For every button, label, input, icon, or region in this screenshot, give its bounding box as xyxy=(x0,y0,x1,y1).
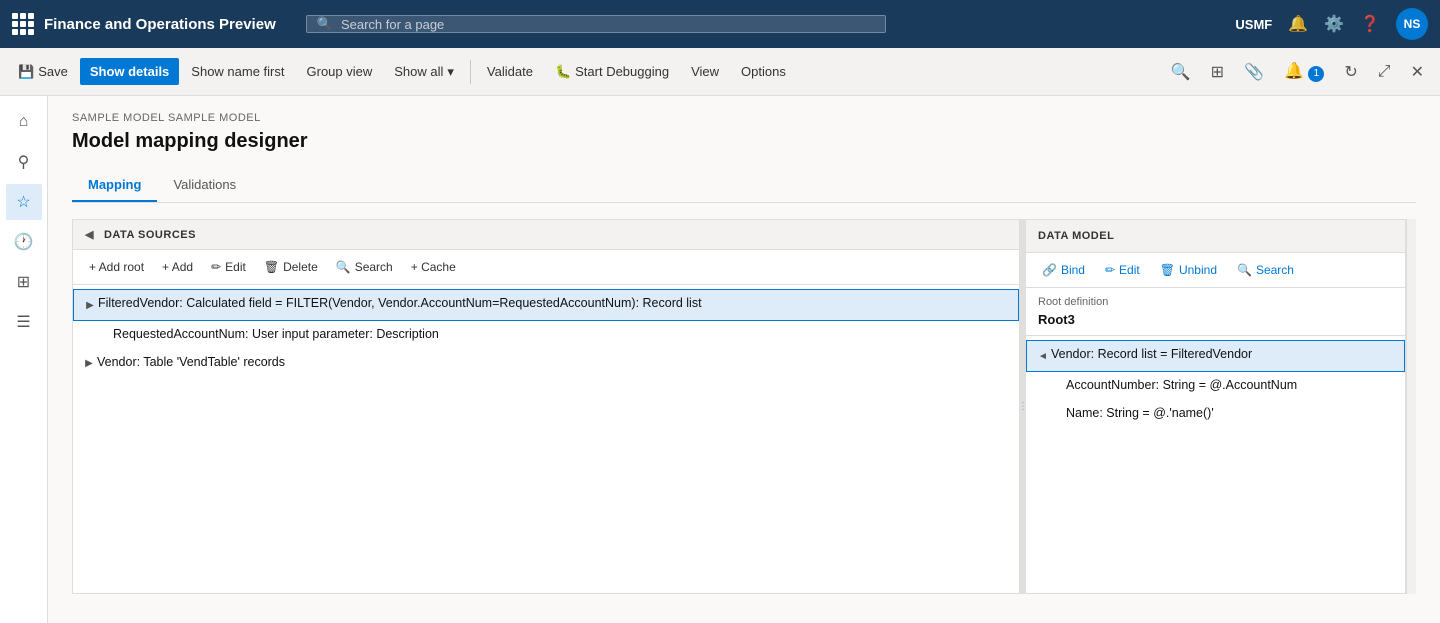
delete-button[interactable]: 🗑 Delete xyxy=(256,256,326,278)
layout-icon[interactable]: ⊞ xyxy=(1203,58,1232,86)
validate-button[interactable]: Validate xyxy=(477,58,543,85)
start-debugging-button[interactable]: 🐛 Start Debugging xyxy=(545,58,679,86)
show-all-button[interactable]: Show all ▾ xyxy=(384,58,464,86)
view-button[interactable]: View xyxy=(681,58,729,85)
right-scrollbar[interactable] xyxy=(1406,219,1416,594)
save-icon: 💾 xyxy=(18,64,34,80)
dm-search-button[interactable]: 🔍 Search xyxy=(1229,259,1302,281)
tree-item-vendor[interactable]: ▶ Vendor: Table 'VendTable' records xyxy=(73,349,1019,379)
bind-button[interactable]: 🔗 Bind xyxy=(1034,259,1093,281)
toolbar-separator-1 xyxy=(470,60,471,84)
search-ds-icon: 🔍 xyxy=(336,260,351,274)
expand-vendor-icon[interactable]: ▶ xyxy=(81,354,97,374)
dm-edit-button[interactable]: ✏ Edit xyxy=(1097,259,1148,281)
delete-icon: 🗑 xyxy=(264,260,279,274)
edit-pencil-icon: ✏ xyxy=(211,260,221,274)
options-button[interactable]: Options xyxy=(731,58,796,85)
page-title: Model mapping designer xyxy=(72,130,1416,153)
app-grid-icon[interactable] xyxy=(12,13,34,35)
tree-item-filtered-vendor[interactable]: ▶ FilteredVendor: Calculated field = FIL… xyxy=(73,289,1019,321)
add-button[interactable]: + Add xyxy=(154,256,201,278)
global-search[interactable]: 🔍 Search for a page xyxy=(306,15,886,33)
bookmark-icon[interactable]: 📎 xyxy=(1236,58,1272,86)
tab-validations[interactable]: Validations xyxy=(157,169,252,202)
data-sources-tree: ▶ FilteredVendor: Calculated field = FIL… xyxy=(73,285,1019,383)
sidebar-item-grid[interactable]: ⊞ xyxy=(6,264,42,300)
dm-item-name[interactable]: Name: String = @.'name()' xyxy=(1026,400,1405,428)
dm-edit-icon: ✏ xyxy=(1105,263,1115,277)
unbind-icon: 🗑 xyxy=(1160,263,1175,277)
data-sources-header: ◀ DATA SOURCES xyxy=(73,220,1019,250)
sidebar-item-home[interactable]: ⌂ xyxy=(6,104,42,140)
top-nav: Finance and Operations Preview 🔍 Search … xyxy=(0,0,1440,48)
dm-item-vendor-record[interactable]: ◄ Vendor: Record list = FilteredVendor xyxy=(1026,340,1405,372)
search-icon: 🔍 xyxy=(317,16,333,32)
sidebar: ⌂ ⚲ ☆ 🕐 ⊞ ☰ xyxy=(0,96,48,623)
search-button[interactable]: 🔍 Search xyxy=(328,256,401,278)
cache-button[interactable]: + Cache xyxy=(403,256,464,278)
popout-icon[interactable]: ⤢ xyxy=(1370,59,1399,85)
tab-mapping[interactable]: Mapping xyxy=(72,169,157,202)
user-avatar[interactable]: NS xyxy=(1396,8,1428,40)
main-layout: ⌂ ⚲ ☆ 🕐 ⊞ ☰ SAMPLE MODEL SAMPLE MODEL Mo… xyxy=(0,96,1440,623)
debug-icon: 🐛 xyxy=(555,64,571,80)
bind-icon: 🔗 xyxy=(1042,263,1057,277)
toolbar-right-actions: 🔍 ⊞ 📎 🔔 1 ↻ ⤢ ✕ xyxy=(1163,57,1432,86)
app-title: Finance and Operations Preview xyxy=(44,16,276,33)
add-root-button[interactable]: + Add root xyxy=(81,256,152,278)
sidebar-item-recent[interactable]: 🕐 xyxy=(6,224,42,260)
root-definition-section: Root definition Root3 xyxy=(1026,288,1405,336)
data-sources-toolbar: + Add root + Add ✏ Edit 🗑 Delete 🔍 xyxy=(73,250,1019,285)
expand-filtered-vendor-icon[interactable]: ▶ xyxy=(82,295,98,315)
top-nav-right: USMF 🔔 ⚙️ ❓ NS xyxy=(1235,8,1428,40)
settings-gear-icon[interactable]: ⚙️ xyxy=(1324,14,1344,34)
notifications-icon[interactable]: 🔔 1 xyxy=(1276,57,1332,86)
panel-collapse-icon[interactable]: ◀ xyxy=(85,228,94,241)
sidebar-item-filter[interactable]: ⚲ xyxy=(6,144,42,180)
show-all-dropdown-icon: ▾ xyxy=(447,64,454,80)
main-toolbar: 💾 Save Show details Show name first Grou… xyxy=(0,48,1440,96)
tab-bar: Mapping Validations xyxy=(72,169,1416,203)
data-sources-panel: ◀ DATA SOURCES + Add root + Add ✏ Edit xyxy=(72,219,1020,594)
breadcrumb: SAMPLE MODEL SAMPLE MODEL xyxy=(72,112,1416,124)
refresh-icon[interactable]: ↻ xyxy=(1336,58,1365,86)
collapse-vendor-icon[interactable]: ◄ xyxy=(1035,346,1051,366)
panel-layout: ◀ DATA SOURCES + Add root + Add ✏ Edit xyxy=(72,219,1416,594)
notification-bell-icon[interactable]: 🔔 xyxy=(1288,14,1308,34)
sidebar-item-list[interactable]: ☰ xyxy=(6,304,42,340)
help-icon[interactable]: ❓ xyxy=(1360,14,1380,34)
unbind-button[interactable]: 🗑 Unbind xyxy=(1152,259,1225,281)
edit-button[interactable]: ✏ Edit xyxy=(203,256,254,278)
show-details-button[interactable]: Show details xyxy=(80,58,179,85)
page-content: SAMPLE MODEL SAMPLE MODEL Model mapping … xyxy=(48,96,1440,623)
company-selector[interactable]: USMF xyxy=(1235,17,1272,32)
data-model-panel: DATA MODEL 🔗 Bind ✏ Edit 🗑 Unbind xyxy=(1026,219,1406,594)
save-button[interactable]: 💾 Save xyxy=(8,58,78,86)
show-name-first-button[interactable]: Show name first xyxy=(181,58,294,85)
sidebar-item-favorites[interactable]: ☆ xyxy=(6,184,42,220)
tree-item-requested-account[interactable]: RequestedAccountNum: User input paramete… xyxy=(73,321,1019,349)
dm-search-icon: 🔍 xyxy=(1237,263,1252,277)
search-placeholder: Search for a page xyxy=(341,17,444,32)
notification-badge: 1 xyxy=(1308,66,1324,82)
dm-item-account-number[interactable]: AccountNumber: String = @.AccountNum xyxy=(1026,372,1405,400)
data-model-header: DATA MODEL xyxy=(1026,220,1405,253)
close-icon[interactable]: ✕ xyxy=(1403,58,1432,86)
data-model-toolbar: 🔗 Bind ✏ Edit 🗑 Unbind 🔍 Search xyxy=(1026,253,1405,288)
search-toolbar-icon[interactable]: 🔍 xyxy=(1163,58,1199,86)
group-view-button[interactable]: Group view xyxy=(297,58,383,85)
data-model-tree: ◄ Vendor: Record list = FilteredVendor A… xyxy=(1026,336,1405,431)
